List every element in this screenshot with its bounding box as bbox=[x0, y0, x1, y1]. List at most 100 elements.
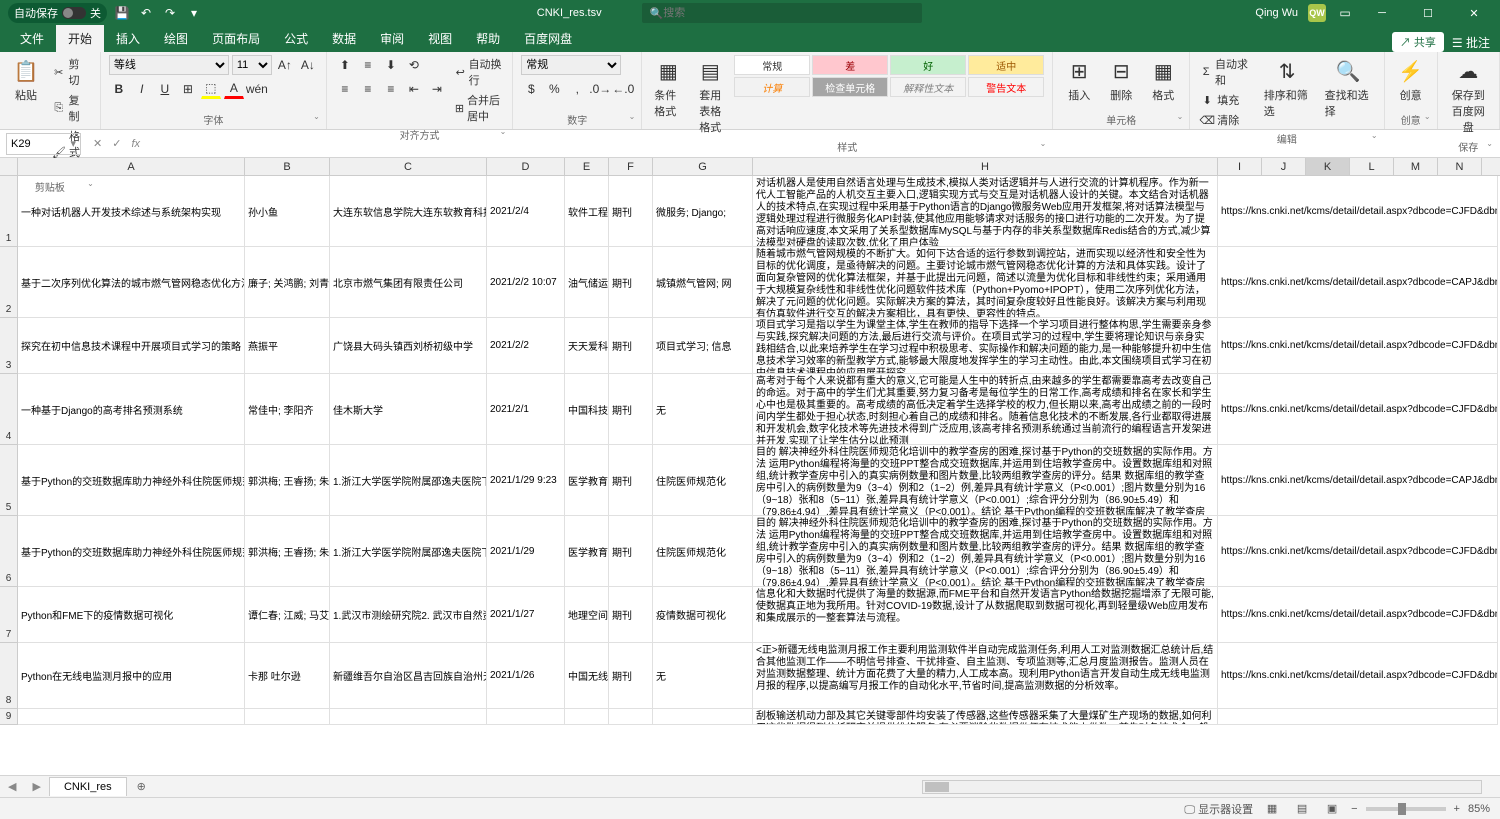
align-bottom-button[interactable]: ⬇ bbox=[381, 55, 401, 75]
maximize-button[interactable]: ☐ bbox=[1410, 0, 1446, 26]
cell[interactable]: 中国无线电 bbox=[565, 643, 609, 708]
column-header-A[interactable]: A bbox=[18, 158, 245, 175]
comma-button[interactable]: , bbox=[567, 79, 587, 99]
cell[interactable]: 新疆维吾尔自治区昌吉回族自治州无 bbox=[330, 643, 487, 708]
enter-formula-button[interactable]: ✓ bbox=[112, 137, 121, 150]
row-header[interactable]: 1 bbox=[0, 176, 17, 247]
column-header-C[interactable]: C bbox=[330, 158, 487, 175]
cell[interactable]: 随着城市燃气管网规模的不断扩大。如何下达合适的运行参数到调控站，进而实现以经济性… bbox=[753, 247, 1218, 317]
redo-icon[interactable]: ↷ bbox=[161, 4, 179, 22]
row-header[interactable]: 2 bbox=[0, 247, 17, 318]
minimize-button[interactable]: ─ bbox=[1364, 0, 1400, 26]
cell[interactable]: 孙小鱼 bbox=[245, 176, 330, 246]
style-explain[interactable]: 解释性文本 bbox=[890, 77, 966, 97]
autosum-button[interactable]: Σ自动求和 bbox=[1198, 55, 1253, 89]
zoom-level[interactable]: 85% bbox=[1468, 803, 1490, 815]
cell[interactable]: 期刊 bbox=[609, 445, 653, 515]
styles-gallery[interactable]: 常规 差 好 适中 计算 检查单元格 解释性文本 警告文本 bbox=[734, 55, 1044, 97]
cell[interactable]: 2021/1/26 bbox=[487, 643, 565, 708]
align-right-button[interactable]: ≡ bbox=[381, 79, 401, 99]
bold-button[interactable]: B bbox=[109, 79, 129, 99]
undo-icon[interactable]: ↶ bbox=[137, 4, 155, 22]
link-cell[interactable]: https://kns.cnki.net/kcms/detail/detail.… bbox=[1218, 445, 1498, 515]
fill-color-button[interactable]: ⬚ bbox=[201, 79, 221, 99]
cell[interactable]: 期刊 bbox=[609, 516, 653, 586]
page-layout-view-button[interactable]: ▤ bbox=[1291, 800, 1313, 818]
cell[interactable]: 探究在初中信息技术课程中开展项目式学习的策略 bbox=[18, 318, 245, 373]
cell[interactable] bbox=[18, 709, 245, 724]
cell[interactable]: 2021/2/1 bbox=[487, 374, 565, 444]
find-select-button[interactable]: 🔍查找和选择 bbox=[1321, 55, 1376, 121]
cell[interactable] bbox=[245, 709, 330, 724]
indent-increase-button[interactable]: ⇥ bbox=[427, 79, 447, 99]
sort-filter-button[interactable]: ⇅排序和筛选 bbox=[1260, 55, 1315, 121]
normal-view-button[interactable]: ▦ bbox=[1261, 800, 1283, 818]
font-size-select[interactable]: 11 bbox=[232, 55, 272, 75]
number-format-select[interactable]: 常规 bbox=[521, 55, 621, 75]
cell[interactable]: 高考对于每个人来说都有重大的意义,它可能是人生中的转折点,由来越多的学生都需要靠… bbox=[753, 374, 1218, 444]
cell[interactable]: 北京市燃气集团有限责任公司 bbox=[330, 247, 487, 317]
column-header-D[interactable]: D bbox=[487, 158, 565, 175]
cell[interactable]: 油气储运 bbox=[565, 247, 609, 317]
qat-more-icon[interactable]: ▾ bbox=[185, 4, 203, 22]
cell[interactable]: 常佳中; 李阳齐 bbox=[245, 374, 330, 444]
cell[interactable]: 软件工程 bbox=[565, 176, 609, 246]
column-header-M[interactable]: M bbox=[1394, 158, 1438, 175]
cell[interactable]: 住院医师规范化 bbox=[653, 516, 753, 586]
indent-decrease-button[interactable]: ⇤ bbox=[404, 79, 424, 99]
cell[interactable]: 2021/2/4 bbox=[487, 176, 565, 246]
style-calc[interactable]: 计算 bbox=[734, 77, 810, 97]
zoom-in-button[interactable]: + bbox=[1454, 803, 1460, 815]
cell[interactable]: 项目式学习是指以学生为课堂主体,学生在教师的指导下选择一个学习项目进行整体构思,… bbox=[753, 318, 1218, 373]
orientation-button[interactable]: ⟲ bbox=[404, 55, 424, 75]
cell[interactable]: 2021/1/29 9:23 bbox=[487, 445, 565, 515]
tab-baidu[interactable]: 百度网盘 bbox=[512, 25, 584, 52]
wrap-text-button[interactable]: ↩自动换行 bbox=[453, 55, 504, 89]
insert-cells-button[interactable]: ⊞插入 bbox=[1061, 55, 1097, 105]
link-cell[interactable]: https://kns.cnki.net/kcms/detail/detail.… bbox=[1218, 318, 1498, 373]
style-normal[interactable]: 常规 bbox=[734, 55, 810, 75]
tab-review[interactable]: 审阅 bbox=[368, 25, 416, 52]
cell[interactable]: 郭洪梅; 王睿扬; 朱正 bbox=[245, 516, 330, 586]
link-cell[interactable]: https://kns.cnki.net/kcms/detail/detail.… bbox=[1218, 587, 1498, 642]
column-header-B[interactable]: B bbox=[245, 158, 330, 175]
cell[interactable]: 地理空间信 bbox=[565, 587, 609, 642]
cell[interactable]: 期刊 bbox=[609, 176, 653, 246]
format-cells-button[interactable]: ▦格式 bbox=[1145, 55, 1181, 105]
row-header[interactable]: 7 bbox=[0, 587, 17, 643]
row-header[interactable]: 6 bbox=[0, 516, 17, 587]
cut-button[interactable]: ✂剪切 bbox=[50, 55, 92, 89]
cell[interactable]: 中国科技信 bbox=[565, 374, 609, 444]
cells-area[interactable]: 一种对话机器人开发技术综述与系统架构实现孙小鱼大连东软信息学院大连东软教育科技2… bbox=[18, 176, 1498, 725]
cell[interactable]: 郭洪梅; 王睿扬; 朱正 bbox=[245, 445, 330, 515]
comments-button[interactable]: ☰ 批注 bbox=[1452, 34, 1490, 51]
font-color-button[interactable]: A bbox=[224, 79, 244, 99]
column-header-H[interactable]: H bbox=[753, 158, 1218, 175]
cell[interactable]: 基于Python的交班数据库助力神经外科住院医师规范化 bbox=[18, 516, 245, 586]
cell[interactable]: 项目式学习; 信息 bbox=[653, 318, 753, 373]
style-check[interactable]: 检查单元格 bbox=[812, 77, 888, 97]
zoom-out-button[interactable]: − bbox=[1351, 803, 1357, 815]
cell[interactable]: 目的 解决神经外科住院医师规范化培训中的教学查房的困难,探讨基于Python的交… bbox=[753, 445, 1218, 515]
cell[interactable]: 一种基于Django的高考排名预测系统 bbox=[18, 374, 245, 444]
name-box[interactable]: K29▾ bbox=[6, 133, 81, 155]
autosave-toggle[interactable]: 自动保存 关 bbox=[8, 3, 107, 23]
cell[interactable]: 无 bbox=[653, 643, 753, 708]
tab-draw[interactable]: 绘图 bbox=[152, 25, 200, 52]
row-header[interactable]: 3 bbox=[0, 318, 17, 374]
cell[interactable]: Python在无线电监测月报中的应用 bbox=[18, 643, 245, 708]
font-family-select[interactable]: 等线 bbox=[109, 55, 229, 75]
link-cell[interactable] bbox=[1218, 709, 1498, 724]
link-cell[interactable]: https://kns.cnki.net/kcms/detail/detail.… bbox=[1218, 516, 1498, 586]
cell[interactable]: 期刊 bbox=[609, 374, 653, 444]
cell[interactable]: 目的 解决神经外科住院医师规范化培训中的教学查房的困难,探讨基于Python的交… bbox=[753, 516, 1218, 586]
cell[interactable]: 医学教育研 bbox=[565, 445, 609, 515]
select-all-corner[interactable] bbox=[0, 158, 18, 175]
sheet-tab[interactable]: CNKI_res bbox=[49, 777, 127, 796]
cancel-formula-button[interactable]: ✕ bbox=[93, 137, 102, 150]
tab-file[interactable]: 文件 bbox=[8, 25, 56, 52]
baidu-save-button[interactable]: ☁保存到 百度网盘 bbox=[1446, 55, 1491, 137]
cell[interactable]: 廉子; 关鸿鹏; 刘青; bbox=[245, 247, 330, 317]
accounting-button[interactable]: $ bbox=[521, 79, 541, 99]
cell[interactable]: 2021/1/27 bbox=[487, 587, 565, 642]
